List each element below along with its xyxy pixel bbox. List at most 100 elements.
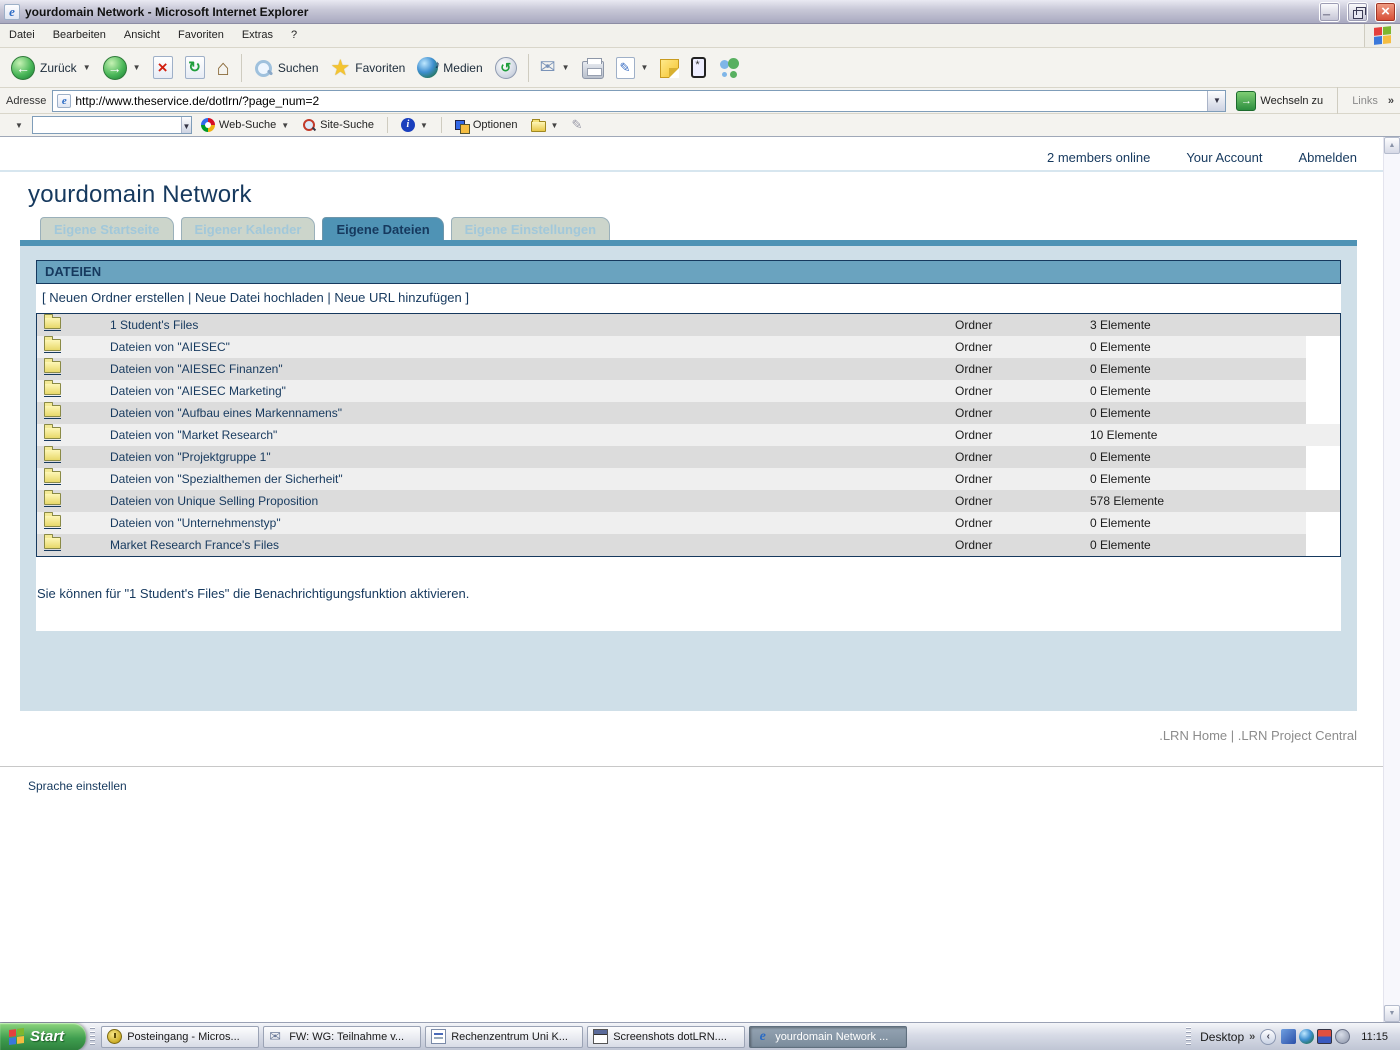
folder-name-link[interactable]: Dateien von Unique Selling Proposition xyxy=(110,494,318,508)
page-info-button[interactable]: ▼ xyxy=(397,116,432,134)
menu-favoriten[interactable]: Favoriten xyxy=(169,24,233,47)
info-dropdown-icon[interactable]: ▼ xyxy=(420,121,428,130)
forward-dropdown-icon[interactable]: ▼ xyxy=(133,63,141,72)
google-dropdown-icon[interactable]: ▼ xyxy=(15,121,23,130)
menu-extras[interactable]: Extras xyxy=(233,24,282,47)
start-button[interactable]: Start xyxy=(0,1023,86,1050)
forward-button[interactable]: ▼ xyxy=(98,53,146,83)
desktop-toolbar-label[interactable]: Desktop xyxy=(1200,1030,1244,1044)
back-button[interactable]: Zurück ▼ xyxy=(6,53,96,83)
address-dropdown-icon[interactable]: ▼ xyxy=(1207,91,1225,111)
favorites-button[interactable]: Favoriten xyxy=(326,55,411,81)
desktop-toolbar-handle[interactable] xyxy=(1186,1027,1191,1047)
tray-update-icon[interactable] xyxy=(1335,1029,1350,1044)
notification-link[interactable]: Benachrichtigungsfunktion aktivieren xyxy=(254,586,466,601)
folder-icon-link[interactable] xyxy=(44,317,61,331)
taskbar-task-button[interactable]: yourdomain Network ... xyxy=(749,1026,907,1048)
refresh-button[interactable] xyxy=(180,53,210,82)
options-button[interactable]: Optionen xyxy=(451,116,522,134)
folder-name-link[interactable]: Dateien von "Projektgruppe 1" xyxy=(110,450,271,464)
site-search-button[interactable]: Site-Suche xyxy=(298,116,378,134)
up-folder-button[interactable]: ▼ xyxy=(527,117,563,134)
search-button[interactable]: Suchen xyxy=(248,55,324,81)
folder-name-link[interactable]: Dateien von "AIESEC" xyxy=(110,340,230,354)
folder-name-link[interactable]: Dateien von "AIESEC Marketing" xyxy=(110,384,286,398)
folder-dropdown-icon[interactable]: ▼ xyxy=(551,121,559,130)
folder-name-link[interactable]: Dateien von "AIESEC Finanzen" xyxy=(110,362,283,376)
folder-name-link[interactable]: Dateien von "Aufbau eines Markennamens" xyxy=(110,406,342,420)
taskbar-task-button[interactable]: FW: WG: Teilnahme v... xyxy=(263,1026,421,1048)
links-toolbar-label[interactable]: Links xyxy=(1348,95,1382,107)
edit-button[interactable]: ▼ xyxy=(611,54,654,82)
folder-icon-link[interactable] xyxy=(44,449,61,463)
web-search-button[interactable]: Web-Suche ▼ xyxy=(197,116,293,134)
folder-name-link[interactable]: 1 Student's Files xyxy=(110,318,198,332)
upload-file-link[interactable]: Neue Datei hochladen xyxy=(195,290,324,305)
links-chevron-icon[interactable]: » xyxy=(1388,95,1394,107)
menu-bearbeiten[interactable]: Bearbeiten xyxy=(44,24,115,47)
logout-link[interactable]: Abmelden xyxy=(1298,150,1357,165)
folder-icon-link[interactable] xyxy=(44,427,61,441)
taskbar-task-button[interactable]: Screenshots dotLRN.... xyxy=(587,1026,745,1048)
tray-network-icon[interactable] xyxy=(1281,1029,1296,1044)
folder-icon-link[interactable] xyxy=(44,493,61,507)
tab-eigener-kalender[interactable]: Eigener Kalender xyxy=(181,217,316,240)
scroll-down-icon[interactable]: ▼ xyxy=(1384,1005,1400,1022)
folder-name-link[interactable]: Dateien von "Spezialthemen der Sicherhei… xyxy=(110,472,343,486)
google-search-dropdown-icon[interactable]: ▼ xyxy=(181,117,191,133)
stop-button[interactable] xyxy=(148,53,178,82)
folder-icon-link[interactable] xyxy=(44,383,61,397)
google-search-input[interactable] xyxy=(33,117,181,133)
go-button[interactable]: → Wechseln zu xyxy=(1232,91,1327,111)
highlight-button[interactable] xyxy=(567,115,586,135)
discuss-button[interactable] xyxy=(655,54,684,81)
create-folder-link[interactable]: Neuen Ordner erstellen xyxy=(49,290,184,305)
tray-collapse-icon[interactable]: ‹ xyxy=(1260,1029,1276,1045)
media-button[interactable]: Medien xyxy=(412,54,487,81)
scroll-up-icon[interactable]: ▲ xyxy=(1384,137,1400,154)
your-account-link[interactable]: Your Account xyxy=(1186,150,1262,165)
messenger-button[interactable] xyxy=(713,55,747,81)
folder-icon-link[interactable] xyxy=(44,339,61,353)
menu-ansicht[interactable]: Ansicht xyxy=(115,24,169,47)
lrn-home-link[interactable]: .LRN Home xyxy=(1159,728,1227,743)
taskbar-task-button[interactable]: Rechenzentrum Uni K... xyxy=(425,1026,583,1048)
folder-icon-link[interactable] xyxy=(44,515,61,529)
web-search-dropdown-icon[interactable]: ▼ xyxy=(281,121,289,130)
folder-icon-link[interactable] xyxy=(44,405,61,419)
add-url-link[interactable]: Neue URL hinzufügen xyxy=(334,290,461,305)
desktop-chevron-icon[interactable]: » xyxy=(1249,1031,1255,1043)
vertical-scrollbar[interactable]: ▲ ▼ xyxy=(1383,137,1400,1022)
address-input[interactable] xyxy=(75,94,1207,108)
folder-name-link[interactable]: Market Research France's Files xyxy=(110,538,279,552)
google-logo-button[interactable]: ▼ xyxy=(6,119,27,132)
restore-button[interactable] xyxy=(1347,2,1368,22)
ie-window: e yourdomain Network - Microsoft Interne… xyxy=(0,0,1400,1050)
menu-help[interactable]: ? xyxy=(282,24,306,47)
edit-dropdown-icon[interactable]: ▼ xyxy=(641,63,649,72)
home-button[interactable] xyxy=(212,54,235,82)
folder-icon-link[interactable] xyxy=(44,471,61,485)
set-language-link[interactable]: Sprache einstellen xyxy=(0,767,1383,793)
tab-eigene-dateien[interactable]: Eigene Dateien xyxy=(322,217,443,240)
device-button[interactable] xyxy=(686,54,711,81)
back-dropdown-icon[interactable]: ▼ xyxy=(83,63,91,72)
tray-globe-icon[interactable] xyxy=(1299,1029,1314,1044)
tab-eigene-einstellungen[interactable]: Eigene Einstellungen xyxy=(451,217,610,240)
tray-display-icon[interactable] xyxy=(1317,1029,1332,1044)
menu-datei[interactable]: Datei xyxy=(0,24,44,47)
folder-icon-link[interactable] xyxy=(44,537,61,551)
task-label: FW: WG: Teilnahme v... xyxy=(289,1031,404,1043)
minimize-button[interactable] xyxy=(1319,2,1340,22)
folder-name-link[interactable]: Dateien von "Unternehmenstyp" xyxy=(110,516,281,530)
folder-icon-link[interactable] xyxy=(44,361,61,375)
tab-eigene-startseite[interactable]: Eigene Startseite xyxy=(40,217,174,240)
print-button[interactable] xyxy=(577,54,609,82)
quicklaunch-handle[interactable] xyxy=(90,1027,95,1047)
history-button[interactable] xyxy=(490,54,522,82)
folder-name-link[interactable]: Dateien von "Market Research" xyxy=(110,428,277,442)
taskbar-task-button[interactable]: Posteingang - Micros... xyxy=(101,1026,259,1048)
mail-dropdown-icon[interactable]: ▼ xyxy=(562,63,570,72)
close-button[interactable] xyxy=(1375,2,1396,22)
mail-button[interactable]: ▼ xyxy=(535,55,575,81)
